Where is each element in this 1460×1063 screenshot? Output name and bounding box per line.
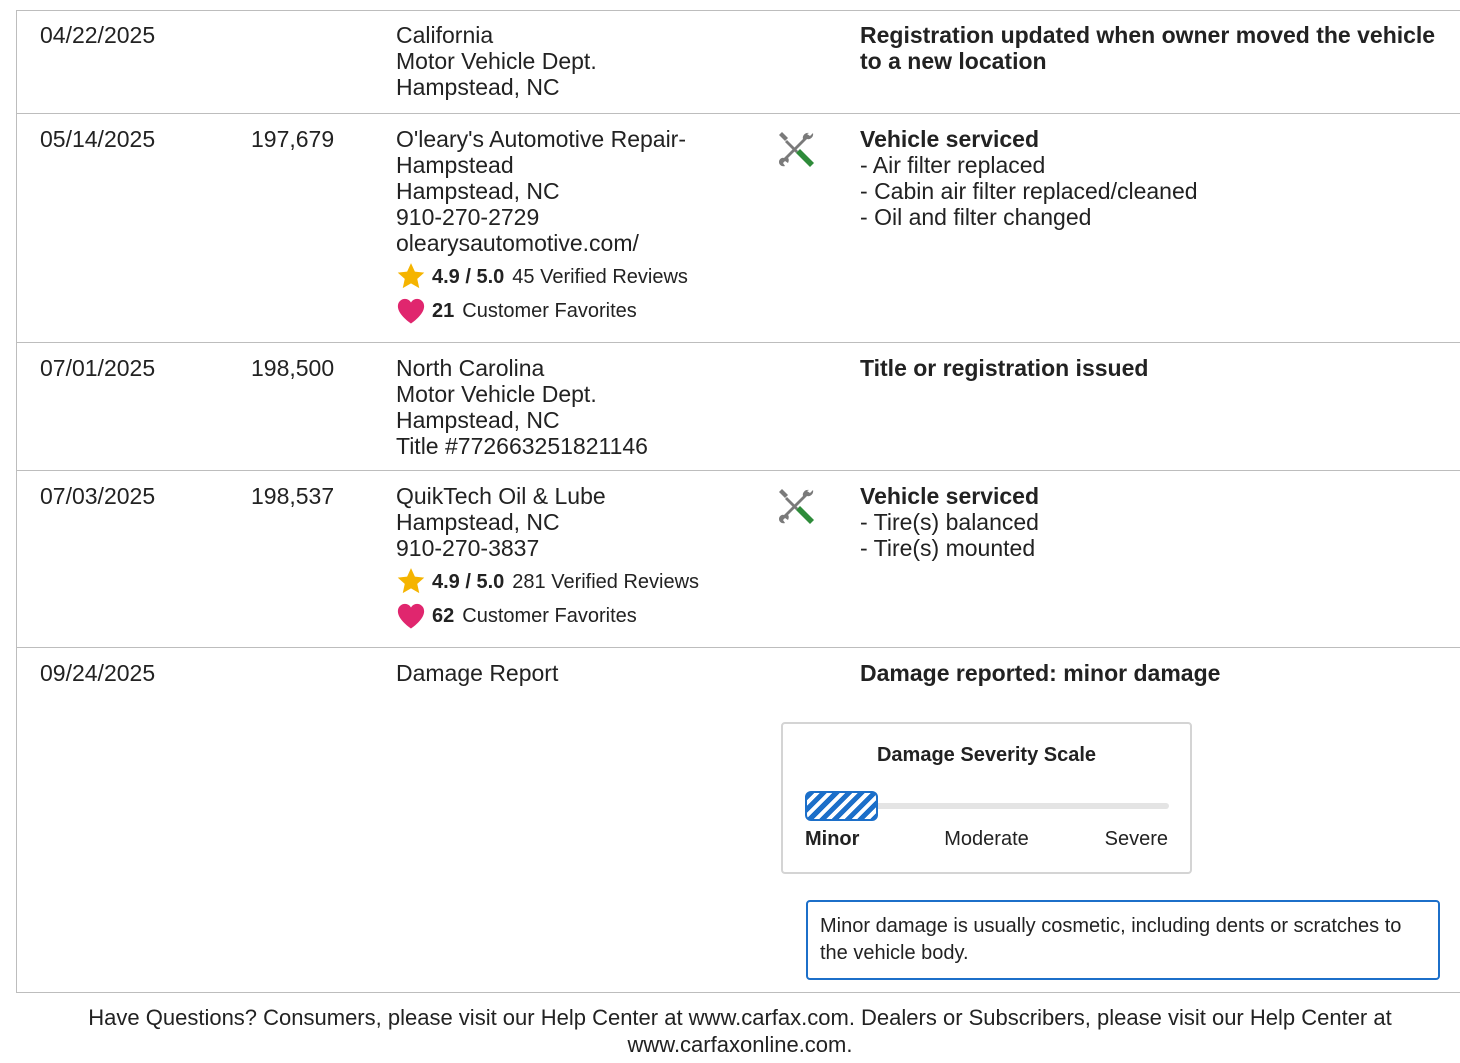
record-comments: Damage reported: minor damage [860,660,1450,686]
source-line: Damage Report [396,660,559,686]
source-phone: 910-270-2729 [396,204,540,230]
record-date: 07/03/2025 [40,483,156,509]
source-line: Hampstead, NC [396,178,560,204]
record-comments: Title or registration issued [860,355,1450,381]
source-line: Hampstead [396,152,514,178]
severity-label-severe: Severe [1104,828,1168,850]
rating-score: 4.9 / 5.0 [432,570,505,593]
source-line: Motor Vehicle Dept. [396,48,597,74]
source-phone: 910-270-3837 [396,535,540,561]
heart-icon [397,298,425,324]
footer-line: www.carfaxonline.com. [627,1032,853,1057]
record-date: 05/14/2025 [40,126,156,152]
wrench-screwdriver-icon [776,485,820,529]
service-item: - Cabin air filter replaced/cleaned [860,178,1198,204]
source-line: Hampstead, NC [396,509,560,535]
record-date: 04/22/2025 [40,22,156,48]
record-source: North Carolina Motor Vehicle Dept. Hamps… [396,355,766,459]
source-line: Hampstead, NC [396,407,560,433]
record-heading: Damage reported: minor damage [860,660,1221,686]
source-line: California [396,22,494,48]
source-line: O'leary's Automotive Repair- [396,126,687,152]
history-row: 05/14/2025 197,679 O'leary's Automotive … [16,114,1460,343]
source-line: Hampstead, NC [396,74,560,100]
severity-fill-minor [805,791,878,821]
rating[interactable]: 4.9 / 5.0 281 Verified Reviews [396,567,766,596]
damage-note: Minor damage is usually cosmetic, includ… [806,900,1440,980]
history-row: 04/22/2025 California Motor Vehicle Dept… [16,10,1460,114]
wrench-screwdriver-icon [776,128,820,172]
record-heading: Title or registration issued [860,355,1149,381]
damage-severity-scale: Damage Severity Scale Minor Moderate Sev… [781,722,1192,874]
record-heading: Vehicle serviced [860,126,1040,152]
record-source: QuikTech Oil & Lube Hampstead, NC 910-27… [396,483,766,630]
record-source: O'leary's Automotive Repair- Hampstead H… [396,126,766,325]
rating-score: 4.9 / 5.0 [432,265,505,288]
customer-favorites: 21 Customer Favorites [396,297,766,325]
record-odometer: 198,500 [251,355,335,381]
service-item: - Air filter replaced [860,152,1046,178]
favorites-label: Customer Favorites [462,605,637,627]
record-heading: Vehicle serviced [860,483,1040,509]
favorites-count: 21 [432,300,455,322]
title-number: Title #772663251821146 [396,433,648,459]
vehicle-history-page: 04/22/2025 California Motor Vehicle Dept… [0,0,1460,1063]
record-comments: Registration updated when owner moved th… [860,22,1450,74]
source-line: QuikTech Oil & Lube [396,483,606,509]
star-icon [397,568,425,594]
record-odometer: 197,679 [251,126,335,152]
record-source: Damage Report [396,660,766,686]
record-heading: Registration updated when owner moved th… [860,22,1436,48]
heart-icon [397,603,425,629]
help-footer: Have Questions? Consumers, please visit … [20,1004,1460,1058]
rating[interactable]: 4.9 / 5.0 45 Verified Reviews [396,262,766,291]
severity-scale-title: Damage Severity Scale [876,744,1097,766]
rating-reviews: 281 Verified Reviews [512,570,700,593]
record-comments: Vehicle serviced - Tire(s) balanced - Ti… [860,483,1450,561]
favorites-label: Customer Favorites [462,300,637,322]
source-line: North Carolina [396,355,545,381]
source-website-link[interactable]: olearysautomotive.com/ [396,230,766,256]
star-icon [397,263,425,289]
record-source: California Motor Vehicle Dept. Hampstead… [396,22,766,100]
footer-line: Have Questions? Consumers, please visit … [88,1005,1392,1030]
history-row: 07/03/2025 198,537 QuikTech Oil & Lube H… [16,471,1460,648]
history-row: 07/01/2025 198,500 North Carolina Motor … [16,343,1460,471]
record-date: 07/01/2025 [40,355,156,381]
record-date: 09/24/2025 [40,660,156,686]
service-item: - Oil and filter changed [860,204,1092,230]
customer-favorites: 62 Customer Favorites [396,602,766,630]
record-heading: to a new location [860,48,1047,74]
record-odometer: 198,537 [251,483,335,509]
rating-reviews: 45 Verified Reviews [512,265,688,288]
service-item: - Tire(s) balanced [860,509,1039,535]
service-item: - Tire(s) mounted [860,535,1036,561]
favorites-count: 62 [432,605,455,627]
source-line: Motor Vehicle Dept. [396,381,597,407]
record-comments: Vehicle serviced - Air filter replaced -… [860,126,1450,230]
